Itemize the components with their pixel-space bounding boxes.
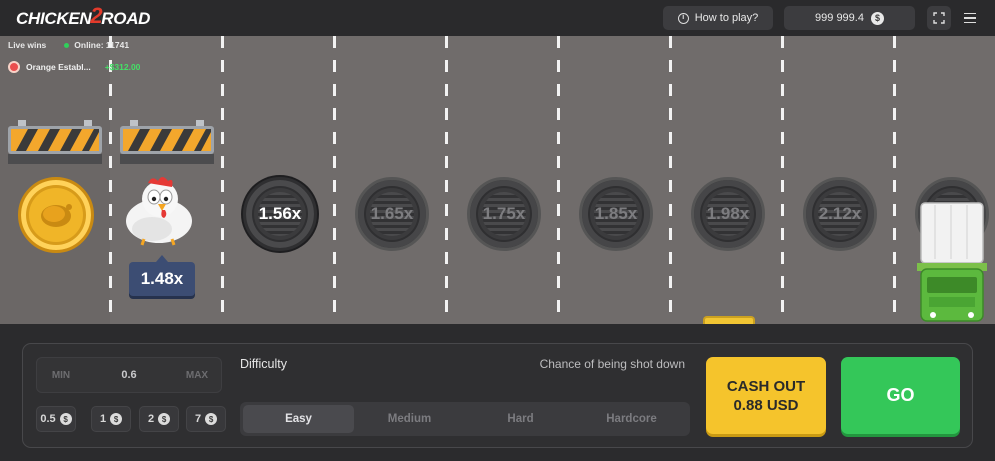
logo-text-chicken: CHICKEN <box>16 9 92 28</box>
menu-button[interactable] <box>958 6 982 30</box>
dollar-coin-icon: $ <box>59 413 72 425</box>
cash-out-amount: 0.88 USD <box>733 396 799 414</box>
lane-manhole: 1.75x <box>467 177 541 251</box>
lane-manhole: 1.98x <box>691 177 765 251</box>
roast-chicken-icon <box>41 204 72 227</box>
lane-divider <box>221 36 224 324</box>
lane-divider <box>893 36 896 324</box>
difficulty-tab-medium[interactable]: Medium <box>354 405 465 433</box>
quick-bet-value: 2 <box>147 413 155 425</box>
bet-amount-input[interactable]: 0.6 <box>121 369 136 381</box>
dollar-coin-icon: $ <box>158 413 171 425</box>
fullscreen-button[interactable] <box>927 6 951 30</box>
logo-text-road: ROAD <box>101 9 151 28</box>
balance-display[interactable]: 999 999.4 $ <box>784 6 915 30</box>
dollar-coin-icon: $ <box>870 11 884 25</box>
lane-manhole-next[interactable]: 1.56x <box>243 177 317 251</box>
quick-bet-value: 0.5 <box>40 413 56 425</box>
logo-number: 2 <box>90 3 103 28</box>
cash-out-button[interactable]: CASH OUT 0.88 USD <box>706 357 826 434</box>
control-panel: MIN 0.6 MAX 0.5 $ 1 $ 2 $ 7 $ Difficulty… <box>22 343 973 448</box>
balance-value: 999 999.4 <box>815 12 864 24</box>
lane-divider <box>109 36 112 324</box>
lane-divider <box>333 36 336 324</box>
how-to-play-label: How to play? <box>694 12 759 24</box>
difficulty-tab-hardcore[interactable]: Hardcore <box>576 405 687 433</box>
lane-multiplier: 1.56x <box>258 204 302 223</box>
difficulty-tab-hard[interactable]: Hard <box>465 405 576 433</box>
quick-bet-button[interactable]: 1 $ <box>91 406 131 432</box>
lane-multiplier: 1.98x <box>706 204 750 223</box>
difficulty-label: Difficulty <box>240 357 288 371</box>
game-logo: CHICKEN 2 ROAD <box>16 3 151 30</box>
quick-bet-value: 1 <box>99 413 107 425</box>
live-wins-bar: Live wins Online: 11741 <box>8 40 129 50</box>
dollar-coin-icon: $ <box>110 413 123 425</box>
cash-out-label: CASH OUT <box>726 377 806 395</box>
live-win-entry: Orange Establ... +$312.00 <box>8 61 140 73</box>
truck-icon <box>917 202 987 322</box>
info-icon: i <box>677 12 689 24</box>
road-barrier-icon <box>120 120 214 164</box>
quick-bet-button[interactable]: 0.5 $ <box>36 406 76 432</box>
lane-multiplier: 1.65x <box>370 204 414 223</box>
difficulty-tabs: Easy Medium Hard Hardcore <box>240 402 690 436</box>
avatar <box>8 61 20 73</box>
start-coin-icon <box>18 177 94 253</box>
dollar-coin-icon: $ <box>205 413 218 425</box>
online-count: Online: 11741 <box>64 40 129 50</box>
lane-divider <box>557 36 560 324</box>
bet-amount-stepper: MIN 0.6 MAX <box>36 357 222 393</box>
quick-bet-button[interactable]: 7 $ <box>186 406 226 432</box>
winner-name: Orange Establ... <box>26 62 91 72</box>
car-roof-icon <box>703 316 755 324</box>
lane-multiplier: 2.12x <box>818 204 862 223</box>
game-app: CHICKEN 2 ROAD i How to play? 999 999.4 $ <box>0 0 995 461</box>
lane-divider <box>669 36 672 324</box>
lane-multiplier: 1.75x <box>482 204 526 223</box>
fullscreen-icon <box>933 12 945 24</box>
winner-amount: +$312.00 <box>104 62 141 72</box>
lane-divider <box>781 36 784 324</box>
how-to-play-button[interactable]: i How to play? <box>663 6 773 30</box>
chance-label: Chance of being shot down <box>539 357 685 371</box>
online-dot-icon <box>64 43 70 48</box>
live-wins-label: Live wins <box>8 40 47 50</box>
quick-bet-value: 7 <box>194 413 202 425</box>
lane-divider <box>445 36 448 324</box>
lane-manhole: 1.65x <box>355 177 429 251</box>
lane-manhole: 1.85x <box>579 177 653 251</box>
go-button[interactable]: GO <box>841 357 960 434</box>
road-area: Live wins Online: 11741 Orange Establ...… <box>0 36 995 324</box>
chicken-player-icon <box>126 177 192 246</box>
road-barrier-icon <box>8 120 102 164</box>
quick-bet-button[interactable]: 2 $ <box>139 406 179 432</box>
current-multiplier-badge: 1.48x <box>129 255 195 296</box>
difficulty-tab-easy[interactable]: Easy <box>243 405 354 433</box>
max-bet-button[interactable]: MAX <box>179 362 215 388</box>
lane-manhole: 2.12x <box>803 177 877 251</box>
top-bar: CHICKEN 2 ROAD i How to play? 999 999.4 $ <box>0 0 995 36</box>
hamburger-icon <box>964 12 976 15</box>
min-bet-button[interactable]: MIN <box>43 362 79 388</box>
lane-multiplier: 1.85x <box>594 204 638 223</box>
